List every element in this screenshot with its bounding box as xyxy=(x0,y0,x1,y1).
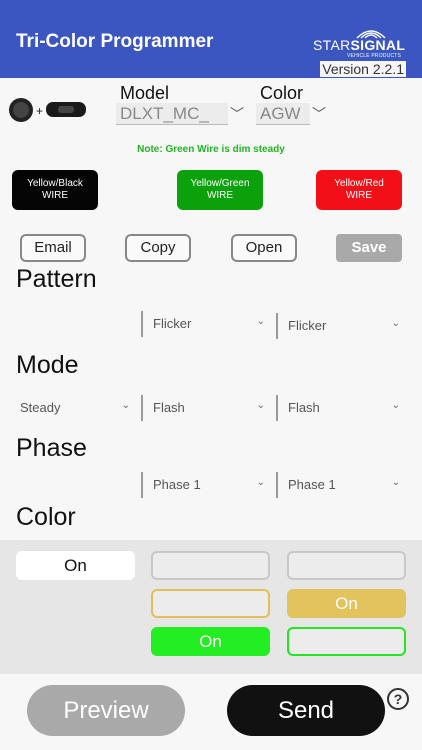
model-chevron-down-icon[interactable]: ﹀ xyxy=(230,104,244,124)
copy-button[interactable]: Copy xyxy=(125,234,191,262)
divider xyxy=(276,472,278,498)
connector-icon: + xyxy=(9,98,86,122)
caret-down-icon: ⌄ xyxy=(256,477,265,488)
phase-dropdown-3[interactable]: Phase 1 ⌄ xyxy=(276,472,406,498)
color-select[interactable]: AGW xyxy=(256,103,310,125)
wire-label: WIRE xyxy=(345,190,373,201)
version-label: Version 2.2.1 xyxy=(320,61,406,77)
help-icon[interactable]: ? xyxy=(387,688,409,710)
app-title: Tri-Color Programmer xyxy=(16,31,214,52)
mode-dropdown-3[interactable]: Flash ⌄ xyxy=(276,395,406,421)
dropdown-value: Phase 1 xyxy=(153,477,201,492)
model-label: Model xyxy=(120,83,170,103)
yellow-red-wire-button[interactable]: Yellow/Red WIRE xyxy=(316,170,402,210)
svg-text:+: + xyxy=(36,104,43,118)
yellow-black-wire-button[interactable]: Yellow/Black WIRE xyxy=(12,170,98,210)
caret-down-icon: ⌄ xyxy=(391,318,400,329)
color-label: Color xyxy=(260,83,304,103)
caret-down-icon: ⌄ xyxy=(391,400,400,411)
dropdown-value: Flash xyxy=(153,400,185,415)
green-on-button[interactable]: On xyxy=(151,627,270,656)
mode-dropdown-1[interactable]: Steady ⌄ xyxy=(8,395,136,421)
dropdown-value: Steady xyxy=(20,400,61,415)
amber-on-button[interactable]: On xyxy=(287,589,406,618)
divider xyxy=(141,472,143,498)
amber-off-button-2[interactable] xyxy=(151,589,270,618)
white-off-button-3[interactable] xyxy=(287,551,406,580)
divider xyxy=(276,395,278,421)
model-select[interactable]: DLXT_MC_ xyxy=(116,103,228,125)
pattern-heading: Pattern xyxy=(16,265,97,293)
send-button[interactable]: Send xyxy=(227,685,385,736)
preview-button[interactable]: Preview xyxy=(27,685,185,736)
logo-text: STARSIGNAL xyxy=(313,37,406,53)
green-off-button-3[interactable] xyxy=(287,627,406,656)
logo-subtitle: VEHICLE PRODUCTS xyxy=(347,53,402,59)
caret-down-icon: ⌄ xyxy=(121,400,130,411)
mode-dropdown-2[interactable]: Flash ⌄ xyxy=(141,395,271,421)
white-on-button[interactable]: On xyxy=(16,551,135,580)
wire-label: WIRE xyxy=(41,190,69,201)
phase-dropdown-2[interactable]: Phase 1 ⌄ xyxy=(141,472,271,498)
wire-label: Yellow/Black xyxy=(27,178,83,189)
phase-heading: Phase xyxy=(16,434,87,462)
wire-label: WIRE xyxy=(206,190,234,201)
note-text: Note: Green Wire is dim steady xyxy=(137,144,285,155)
wire-label: Yellow/Red xyxy=(334,178,384,189)
caret-down-icon: ⌄ xyxy=(256,316,265,327)
dropdown-value: Flicker xyxy=(288,318,327,333)
divider xyxy=(141,311,143,337)
email-button[interactable]: Email xyxy=(20,234,86,262)
divider xyxy=(141,395,143,421)
dropdown-value: Flash xyxy=(288,400,320,415)
dropdown-value: Phase 1 xyxy=(288,477,336,492)
save-button[interactable]: Save xyxy=(336,234,402,262)
caret-down-icon: ⌄ xyxy=(391,477,400,488)
pattern-dropdown-3[interactable]: Flicker ⌄ xyxy=(276,313,406,339)
pattern-dropdown-2[interactable]: Flicker ⌄ xyxy=(141,311,271,337)
open-button[interactable]: Open xyxy=(231,234,297,262)
dropdown-value: Flicker xyxy=(153,316,192,331)
caret-down-icon: ⌄ xyxy=(256,400,265,411)
mode-heading: Mode xyxy=(16,351,79,379)
divider xyxy=(276,313,278,339)
wire-label: Yellow/Green xyxy=(190,178,250,189)
yellow-green-wire-button[interactable]: Yellow/Green WIRE xyxy=(177,170,263,210)
color-heading: Color xyxy=(16,503,76,531)
white-off-button-2[interactable] xyxy=(151,551,270,580)
star-signal-logo: STARSIGNAL VEHICLE PRODUCTS xyxy=(313,24,405,60)
color-chevron-down-icon[interactable]: ﹀ xyxy=(312,104,326,124)
